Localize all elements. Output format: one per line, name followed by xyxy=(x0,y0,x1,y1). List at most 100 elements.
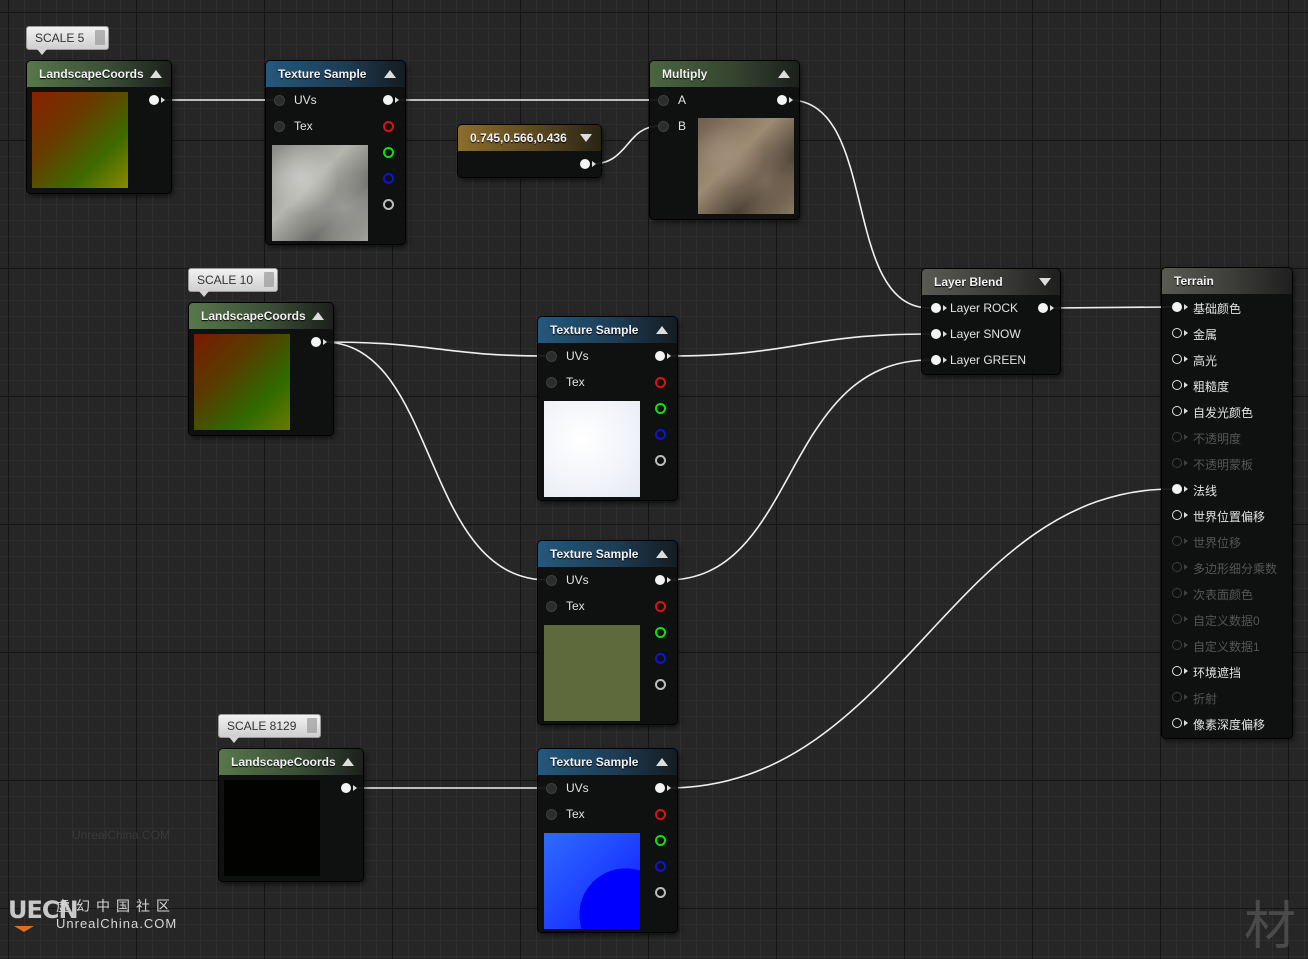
g-output-pin[interactable] xyxy=(383,147,394,158)
b-input-pin[interactable] xyxy=(658,121,669,132)
uvs-input-pin[interactable] xyxy=(546,351,557,362)
collapse-icon[interactable] xyxy=(150,70,162,78)
material-input-pin[interactable] xyxy=(1172,614,1182,624)
r-output-pin[interactable] xyxy=(655,809,666,820)
node-header[interactable]: Texture Sample xyxy=(538,541,677,567)
output-pin[interactable] xyxy=(580,159,590,169)
output-pin[interactable] xyxy=(341,783,351,793)
comment-scale5[interactable]: SCALE 5 xyxy=(26,26,110,55)
collapse-icon[interactable] xyxy=(656,326,668,334)
a-input-pin[interactable] xyxy=(658,95,669,106)
multiply-node[interactable]: Multiply A B xyxy=(650,61,799,219)
texture-sample-node-2[interactable]: Texture Sample UVs Tex xyxy=(538,317,677,500)
material-input-pin[interactable] xyxy=(1172,406,1182,416)
node-header[interactable]: Layer Blend xyxy=(922,269,1060,295)
pin-icon[interactable] xyxy=(264,272,275,287)
a-output-pin[interactable] xyxy=(655,887,666,898)
layer-blend-node[interactable]: Layer Blend Layer ROCK Layer SNOW Layer … xyxy=(922,269,1060,374)
layer-green-input-pin[interactable] xyxy=(931,355,941,365)
layer-snow-input-pin[interactable] xyxy=(931,329,941,339)
node-header[interactable]: Texture Sample xyxy=(266,61,405,87)
node-header[interactable]: LandscapeCoords xyxy=(27,61,171,87)
node-header[interactable]: 0.745,0.566,0.436 xyxy=(458,125,601,151)
b-output-pin[interactable] xyxy=(655,429,666,440)
node-title: Texture Sample xyxy=(550,755,639,769)
r-output-pin[interactable] xyxy=(383,121,394,132)
comment-scale8129[interactable]: SCALE 8129 xyxy=(218,714,322,743)
expand-icon[interactable] xyxy=(1039,278,1051,286)
texture-sample-node-4[interactable]: Texture Sample UVs Tex xyxy=(538,749,677,932)
tex-input-pin[interactable] xyxy=(274,121,285,132)
b-output-pin[interactable] xyxy=(383,173,394,184)
wire-ts2-layer-snow xyxy=(666,333,931,357)
a-output-pin[interactable] xyxy=(655,679,666,690)
rgb-output-pin[interactable] xyxy=(655,575,665,585)
texture-sample-node-1[interactable]: Texture Sample UVs Tex xyxy=(266,61,405,244)
material-input-pin[interactable] xyxy=(1172,302,1182,312)
layer-rock-input-pin[interactable] xyxy=(931,303,941,313)
material-input-pin[interactable] xyxy=(1172,380,1182,390)
output-pin[interactable] xyxy=(777,95,787,105)
material-input-pin[interactable] xyxy=(1172,666,1182,676)
preview-thumbnail xyxy=(194,334,290,430)
material-input-pin[interactable] xyxy=(1172,354,1182,364)
constant3vector-node[interactable]: 0.745,0.566,0.436 xyxy=(458,125,601,177)
node-header[interactable]: Multiply xyxy=(650,61,799,87)
landscape-coords-node-3[interactable]: LandscapeCoords xyxy=(219,749,363,881)
material-input-pin[interactable] xyxy=(1172,562,1182,572)
uvs-input-pin[interactable] xyxy=(274,95,285,106)
landscape-coords-node-1[interactable]: LandscapeCoords xyxy=(27,61,171,193)
material-input-pin[interactable] xyxy=(1172,718,1182,728)
output-pin[interactable] xyxy=(311,337,321,347)
comment-text: SCALE 5 xyxy=(35,31,85,45)
material-input-label: 不透明度 xyxy=(1193,432,1242,446)
b-output-pin[interactable] xyxy=(655,861,666,872)
material-input-pin[interactable] xyxy=(1172,458,1182,468)
tex-input-pin[interactable] xyxy=(546,377,557,388)
collapse-icon[interactable] xyxy=(342,758,354,766)
texture-sample-node-3[interactable]: Texture Sample UVs Tex xyxy=(538,541,677,724)
uvs-input-pin[interactable] xyxy=(546,783,557,794)
a-output-pin[interactable] xyxy=(655,455,666,466)
material-input-pin[interactable] xyxy=(1172,484,1182,494)
node-header[interactable]: LandscapeCoords xyxy=(219,749,363,775)
material-input-pin[interactable] xyxy=(1172,536,1182,546)
collapse-icon[interactable] xyxy=(312,312,324,320)
a-output-pin[interactable] xyxy=(383,199,394,210)
node-header[interactable]: Terrain xyxy=(1162,268,1292,294)
b-output-pin[interactable] xyxy=(655,653,666,664)
uvs-label: UVs xyxy=(566,573,589,587)
g-output-pin[interactable] xyxy=(655,627,666,638)
tex-input-pin[interactable] xyxy=(546,809,557,820)
rgb-output-pin[interactable] xyxy=(383,95,393,105)
material-input-pin[interactable] xyxy=(1172,692,1182,702)
terrain-material-node[interactable]: Terrain 基础颜色 金属 高光 粗糙度 自发光颜色 不透明度 不透明蒙板 法线 世界位置偏… xyxy=(1162,268,1292,738)
pin-icon[interactable] xyxy=(307,718,318,733)
g-output-pin[interactable] xyxy=(655,835,666,846)
rgb-output-pin[interactable] xyxy=(655,783,665,793)
node-header[interactable]: Texture Sample xyxy=(538,749,677,775)
collapse-icon[interactable] xyxy=(656,550,668,558)
output-pin[interactable] xyxy=(1038,303,1048,313)
node-header[interactable]: Texture Sample xyxy=(538,317,677,343)
material-input-pin[interactable] xyxy=(1172,640,1182,650)
tex-input-pin[interactable] xyxy=(546,601,557,612)
collapse-icon[interactable] xyxy=(778,70,790,78)
rgb-output-pin[interactable] xyxy=(655,351,665,361)
g-output-pin[interactable] xyxy=(655,403,666,414)
r-output-pin[interactable] xyxy=(655,377,666,388)
comment-scale10[interactable]: SCALE 10 xyxy=(188,268,279,297)
material-input-pin[interactable] xyxy=(1172,328,1182,338)
expand-icon[interactable] xyxy=(580,134,592,142)
material-input-pin[interactable] xyxy=(1172,432,1182,442)
pin-icon[interactable] xyxy=(95,30,106,45)
output-pin[interactable] xyxy=(149,95,159,105)
landscape-coords-node-2[interactable]: LandscapeCoords xyxy=(189,303,333,435)
node-header[interactable]: LandscapeCoords xyxy=(189,303,333,329)
material-input-pin[interactable] xyxy=(1172,510,1182,520)
collapse-icon[interactable] xyxy=(384,70,396,78)
material-input-pin[interactable] xyxy=(1172,588,1182,598)
r-output-pin[interactable] xyxy=(655,601,666,612)
uvs-input-pin[interactable] xyxy=(546,575,557,586)
collapse-icon[interactable] xyxy=(656,758,668,766)
